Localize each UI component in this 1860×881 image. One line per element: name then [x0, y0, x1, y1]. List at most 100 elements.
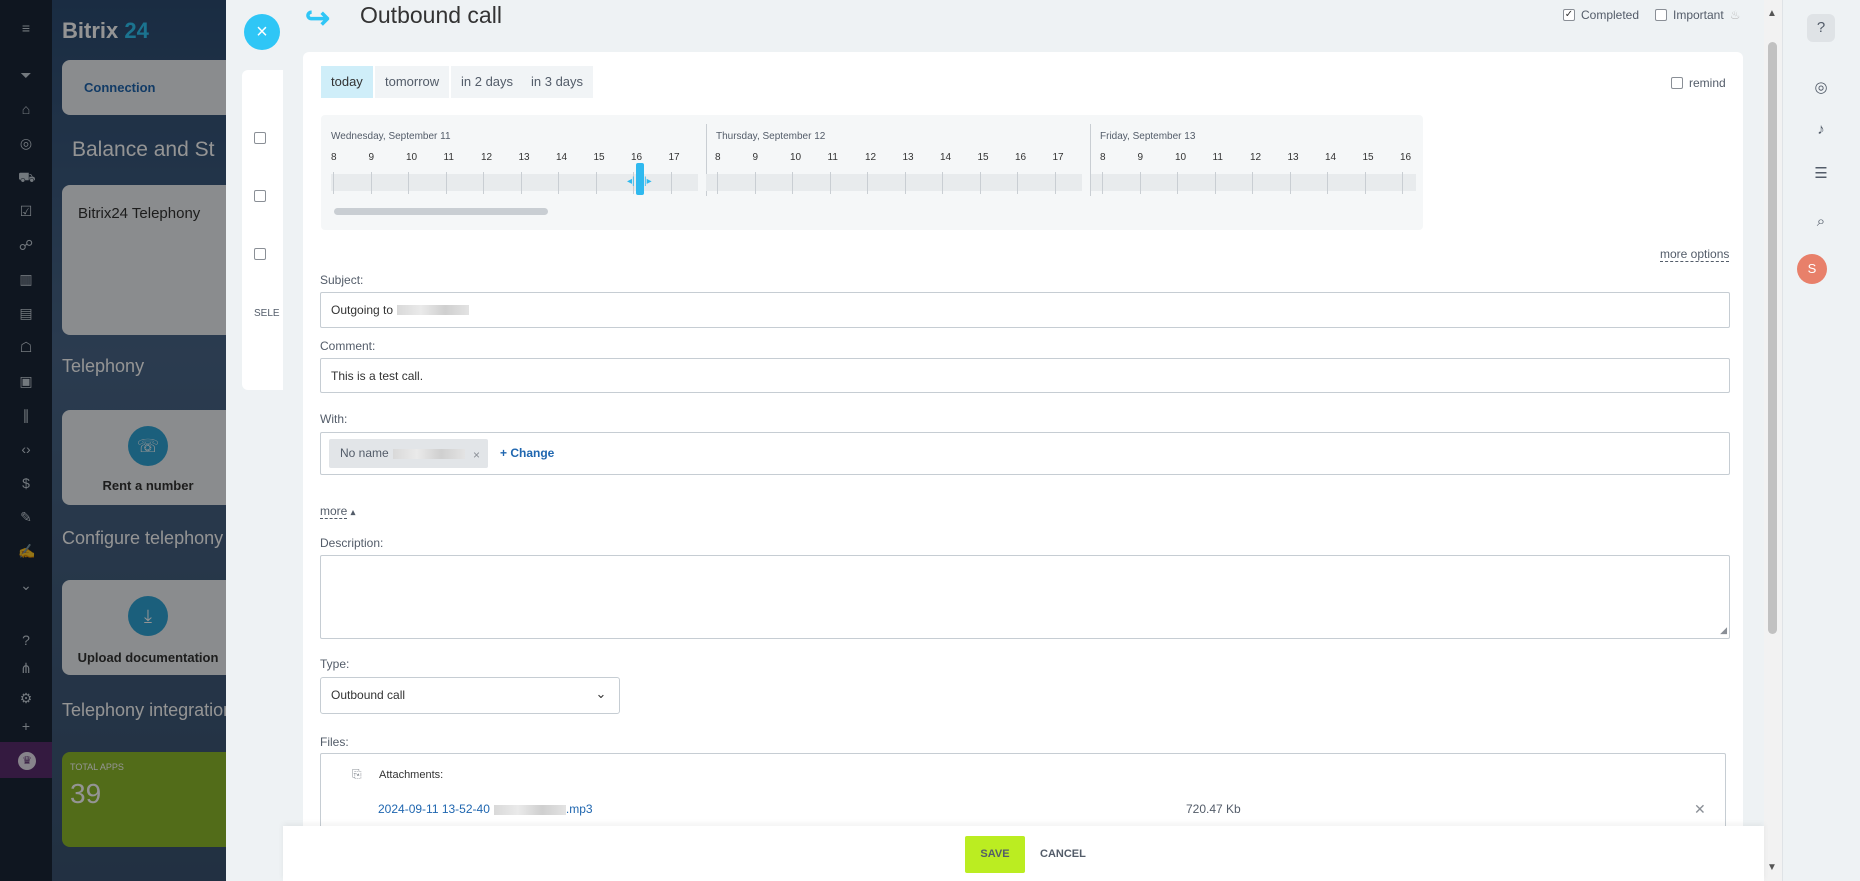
- hour-gridline: [1177, 172, 1178, 194]
- more-options-link[interactable]: more options: [1660, 247, 1730, 262]
- important-checkbox[interactable]: [1655, 9, 1667, 21]
- hour-gridline: [1102, 172, 1103, 194]
- subject-label: Subject:: [320, 273, 364, 287]
- hour-gridline: [670, 172, 672, 194]
- contact-chip[interactable]: No name: [329, 439, 488, 468]
- hour-label: 15: [1362, 152, 1374, 163]
- remove-contact-icon[interactable]: ×: [473, 448, 480, 462]
- hour-gridline: [829, 172, 831, 194]
- remind-toggle[interactable]: remind: [1671, 76, 1726, 90]
- files-label: Files:: [320, 735, 349, 749]
- remind-checkbox[interactable]: [1671, 77, 1683, 89]
- hour-gridline: [445, 172, 447, 194]
- cancel-button[interactable]: CANCEL: [1040, 848, 1086, 860]
- date-tab-in-3-days[interactable]: in 3 days: [521, 66, 594, 98]
- hour-gridline: [1139, 172, 1141, 194]
- hour-label: 12: [865, 152, 877, 163]
- timeline-scrollbar[interactable]: [334, 208, 548, 215]
- hour-gridline: [1252, 172, 1253, 194]
- file-link[interactable]: 2024-09-11 13-52-40 .mp3: [378, 802, 593, 816]
- scrollbar-thumb[interactable]: [1768, 42, 1777, 634]
- hour-gridline: [717, 172, 718, 194]
- outbound-phone-icon: ↪: [305, 2, 331, 35]
- hour-gridline: [904, 172, 906, 194]
- help-icon[interactable]: ?: [1807, 14, 1835, 42]
- row-checkbox[interactable]: [254, 248, 266, 260]
- date-tab-today[interactable]: today: [321, 66, 373, 98]
- copilot-icon[interactable]: ◎: [1807, 74, 1835, 102]
- completed-toggle[interactable]: ✓ Completed: [1563, 8, 1639, 22]
- time-slot-marker[interactable]: [636, 163, 644, 195]
- chevron-down-icon: ⌄: [595, 686, 607, 701]
- user-avatar[interactable]: S: [1797, 254, 1827, 284]
- hour-label: 16: [1015, 152, 1027, 163]
- redacted-text: [397, 305, 470, 315]
- close-icon: ×: [256, 21, 268, 43]
- hour-gridline: [1327, 172, 1328, 194]
- caret-up-icon: ▴: [350, 507, 356, 517]
- hour-label: 14: [556, 152, 568, 163]
- hour-gridline: [408, 172, 409, 194]
- hour-gridline: [370, 172, 372, 194]
- hour-gridline: [792, 172, 793, 194]
- day-label: Friday, September 13: [1100, 131, 1196, 142]
- search-icon[interactable]: ⌕: [1807, 208, 1835, 236]
- hour-gridline: [595, 172, 597, 194]
- important-label: Important: [1673, 8, 1724, 22]
- scroll-up-icon[interactable]: ▲: [1767, 8, 1777, 19]
- hour-label: 16: [631, 152, 643, 163]
- hour-gridline: [1054, 172, 1056, 194]
- bell-icon[interactable]: ♪: [1807, 116, 1835, 144]
- close-slider-button[interactable]: ×: [244, 14, 280, 50]
- date-tab-in-2-days[interactable]: in 2 days: [451, 66, 524, 98]
- with-label: With:: [320, 412, 348, 426]
- more-toggle[interactable]: more ▴: [320, 504, 356, 519]
- timeline-strip[interactable]: [706, 174, 1082, 191]
- comment-input[interactable]: This is a test call.: [320, 358, 1730, 393]
- hour-label: 13: [902, 152, 914, 163]
- hour-label: 17: [1052, 152, 1064, 163]
- date-tab-tomorrow[interactable]: tomorrow: [375, 66, 450, 98]
- right-toolbar: ? ◎ ♪ ☰ ⌕: [1782, 0, 1860, 881]
- hour-label: 8: [715, 152, 721, 163]
- hour-label: 13: [518, 152, 530, 163]
- attachments-label: Attachments:: [379, 769, 444, 781]
- hour-label: 8: [1100, 152, 1106, 163]
- day-label: Wednesday, September 11: [331, 131, 451, 142]
- change-contact-link[interactable]: + Change: [500, 446, 554, 460]
- hour-label: 15: [977, 152, 989, 163]
- file-size: 720.47 Kb: [1186, 802, 1241, 816]
- comment-label: Comment:: [320, 339, 376, 353]
- important-toggle[interactable]: Important ♨: [1655, 8, 1740, 22]
- chat-icon[interactable]: ☰: [1807, 160, 1835, 188]
- hour-label: 11: [827, 152, 838, 163]
- description-textarea[interactable]: ◢: [320, 555, 1730, 639]
- hour-gridline: [1289, 172, 1291, 194]
- hour-label: 14: [940, 152, 952, 163]
- hour-gridline: [520, 172, 522, 194]
- hour-gridline: [942, 172, 943, 194]
- row-checkbox[interactable]: [254, 132, 266, 144]
- type-select[interactable]: Outbound call: [320, 677, 620, 714]
- hour-gridline: [558, 172, 559, 194]
- delete-file-icon[interactable]: ✕: [1694, 801, 1706, 818]
- hour-label: 11: [443, 152, 454, 163]
- slot-handle-right-icon[interactable]: |▸: [644, 176, 652, 187]
- description-label: Description:: [320, 536, 384, 550]
- subject-value: Outgoing to: [331, 303, 394, 317]
- hour-label: 9: [368, 152, 375, 163]
- row-checkbox[interactable]: [254, 190, 266, 202]
- hour-gridline: [754, 172, 756, 194]
- subject-input[interactable]: Outgoing to: [320, 292, 1730, 328]
- slot-handle-left-icon[interactable]: ◂|: [627, 176, 635, 187]
- flame-icon: ♨: [1729, 8, 1741, 22]
- completed-checkbox[interactable]: ✓: [1563, 9, 1575, 21]
- save-button[interactable]: SAVE: [965, 836, 1025, 873]
- scroll-down-icon[interactable]: ▼: [1767, 862, 1777, 873]
- resize-handle-icon[interactable]: ◢: [1720, 625, 1727, 636]
- hour-label: 9: [752, 152, 759, 163]
- day-label: Thursday, September 12: [716, 131, 826, 142]
- hour-label: 12: [1250, 152, 1262, 163]
- attachment-icon: ⎘: [352, 767, 362, 781]
- hour-label: 16: [1400, 152, 1412, 163]
